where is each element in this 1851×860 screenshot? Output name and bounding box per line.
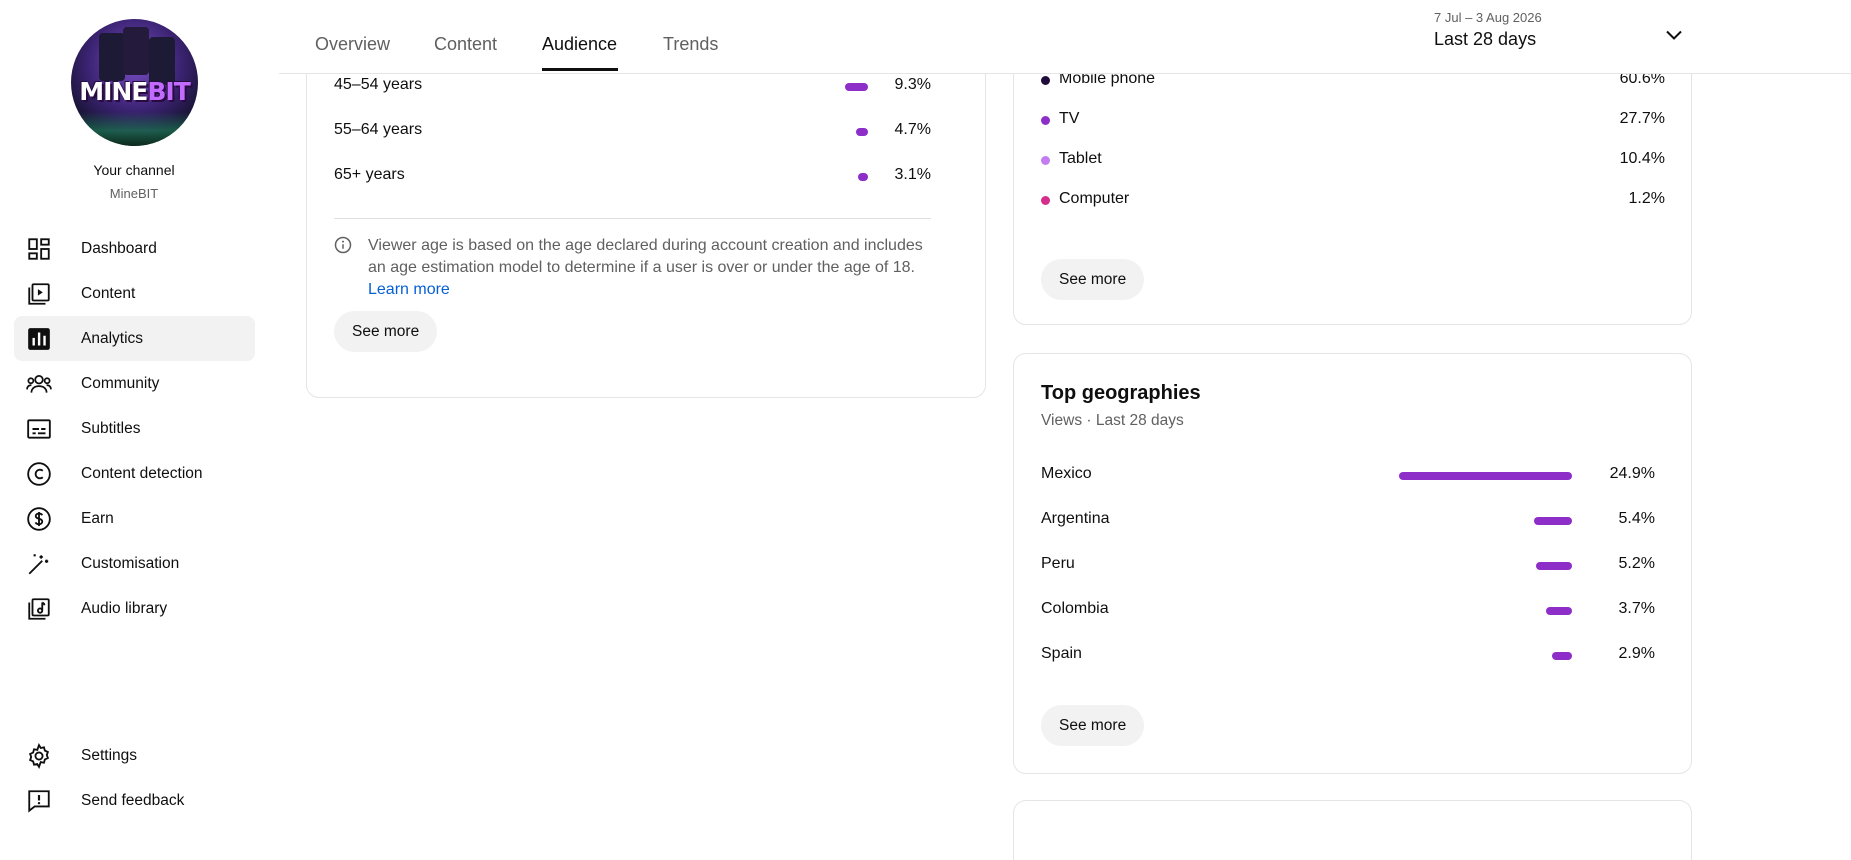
sidebar-item-subtitles[interactable]: Subtitles: [14, 406, 255, 451]
geo-row-label: Spain: [1041, 645, 1082, 662]
sidebar: MINEBIT Your channel MineBIT Dashboard C…: [0, 0, 256, 830]
age-row-bar: [856, 128, 868, 136]
sidebar-item-label: Send feedback: [81, 791, 185, 809]
geo-row-bar: [1546, 607, 1572, 615]
tab-overview[interactable]: Overview: [315, 34, 390, 55]
device-row-label: TV: [1059, 110, 1080, 127]
geo-card-subtitle: Views · Last 28 days: [1041, 412, 1184, 429]
learn-more-link[interactable]: Learn more: [368, 281, 450, 298]
geo-row-label: Colombia: [1041, 600, 1109, 617]
chevron-down-icon[interactable]: [1662, 23, 1686, 47]
sidebar-item-label: Content detection: [81, 464, 203, 482]
sidebar-item-label: Dashboard: [81, 239, 157, 257]
analytics-icon: [28, 328, 50, 350]
age-row-label: 45–54 years: [334, 76, 423, 93]
top-tab-bar: Overview Content Audience Trends 7 Jul –…: [279, 0, 1851, 74]
device-see-more-button[interactable]: See more: [1041, 259, 1145, 300]
avatar-figure-center: [123, 27, 149, 75]
tab-content[interactable]: Content: [434, 34, 497, 55]
geo-row-value: 24.9%: [1609, 465, 1655, 482]
geo-card: Top geographies Views · Last 28 days Mex…: [1013, 353, 1692, 774]
channel-avatar[interactable]: MINEBIT: [71, 19, 198, 146]
age-row-label: 55–64 years: [334, 121, 423, 138]
age-row-value: 9.3%: [894, 76, 931, 93]
sidebar-item-audio-library[interactable]: Audio library: [14, 586, 255, 631]
geo-row-value: 2.9%: [1618, 645, 1655, 662]
community-icon: [26, 375, 52, 393]
sidebar-item-label: Content: [81, 284, 136, 302]
next-card: [1013, 800, 1692, 860]
sidebar-item-label: Settings: [81, 746, 138, 764]
copyright-icon: [27, 462, 51, 486]
age-card-divider: [334, 218, 931, 219]
age-row-label: 65+ years: [334, 166, 405, 183]
device-row-value: 27.7%: [1619, 110, 1665, 127]
sidebar-item-label: Subtitles: [81, 419, 141, 437]
sidebar-item-settings[interactable]: Settings: [14, 733, 255, 778]
sidebar-item-send-feedback[interactable]: Send feedback: [14, 778, 255, 823]
sidebar-item-content[interactable]: Content: [14, 271, 255, 316]
geo-row-label: Peru: [1041, 555, 1075, 572]
gear-icon: [28, 743, 50, 769]
device-row-value: 10.4%: [1619, 150, 1665, 167]
sidebar-item-dashboard[interactable]: Dashboard: [14, 226, 255, 271]
geo-row-label: Argentina: [1041, 510, 1110, 527]
device-row-label: Computer: [1059, 190, 1130, 207]
avatar-glow: [71, 112, 198, 146]
content-icon: [28, 283, 50, 305]
geo-row-bar: [1399, 472, 1572, 480]
subtitles-icon: [27, 419, 51, 439]
age-see-more-button[interactable]: See more: [334, 311, 438, 352]
geo-row-label: Mexico: [1041, 465, 1092, 482]
geo-row-value: 5.2%: [1618, 555, 1655, 572]
sidebar-item-label: Analytics: [81, 329, 144, 347]
sidebar-item-label: Audio library: [81, 599, 168, 617]
age-row-value: 4.7%: [894, 121, 931, 138]
geo-row-bar: [1536, 562, 1572, 570]
tab-trends[interactable]: Trends: [663, 34, 718, 55]
sidebar-item-community[interactable]: Community: [14, 361, 255, 406]
sidebar-item-analytics[interactable]: Analytics: [14, 316, 255, 361]
device-dot: [1041, 196, 1050, 205]
device-row-value: 1.2%: [1628, 190, 1665, 207]
device-dot: [1041, 116, 1050, 125]
avatar-figure-left: [99, 33, 125, 81]
feedback-icon: [28, 790, 50, 813]
sidebar-item-label: Community: [81, 374, 160, 392]
active-tab-indicator: [542, 68, 618, 71]
age-note: Viewer age is based on the age declared …: [368, 235, 928, 301]
date-range-text: 7 Jul – 3 Aug 2026: [1434, 10, 1542, 25]
geo-card-title: Top geographies: [1041, 382, 1201, 404]
geo-row-bar: [1534, 517, 1572, 525]
age-row-bar: [845, 83, 868, 91]
info-icon: [334, 236, 352, 254]
dashboard-icon: [28, 238, 50, 260]
sidebar-item-content-detection[interactable]: Content detection: [14, 451, 255, 496]
geo-row-bar: [1552, 652, 1572, 660]
audio-library-icon: [28, 598, 50, 620]
magic-wand-icon: [28, 554, 49, 575]
device-row-label: Tablet: [1059, 150, 1102, 167]
device-dot: [1041, 156, 1050, 165]
sidebar-item-customisation[interactable]: Customisation: [14, 541, 255, 586]
device-dot: [1041, 76, 1050, 85]
earn-icon: [27, 507, 51, 531]
age-row-bar: [858, 173, 868, 181]
sidebar-item-earn[interactable]: Earn: [14, 496, 255, 541]
geo-see-more-button[interactable]: See more: [1041, 705, 1145, 746]
sidebar-item-label: Customisation: [81, 554, 180, 572]
geo-row-value: 5.4%: [1618, 510, 1655, 527]
tab-audience[interactable]: Audience: [542, 34, 617, 55]
age-row-value: 3.1%: [894, 166, 931, 183]
geo-row-value: 3.7%: [1618, 600, 1655, 617]
date-range-label: Last 28 days: [1434, 29, 1537, 49]
sidebar-item-label: Earn: [81, 509, 114, 527]
channel-name: MineBIT: [109, 186, 159, 201]
age-note-text: Viewer age is based on the age declared …: [368, 237, 923, 276]
avatar-logo: MINEBIT: [79, 77, 191, 106]
channel-title: Your channel: [93, 162, 175, 178]
